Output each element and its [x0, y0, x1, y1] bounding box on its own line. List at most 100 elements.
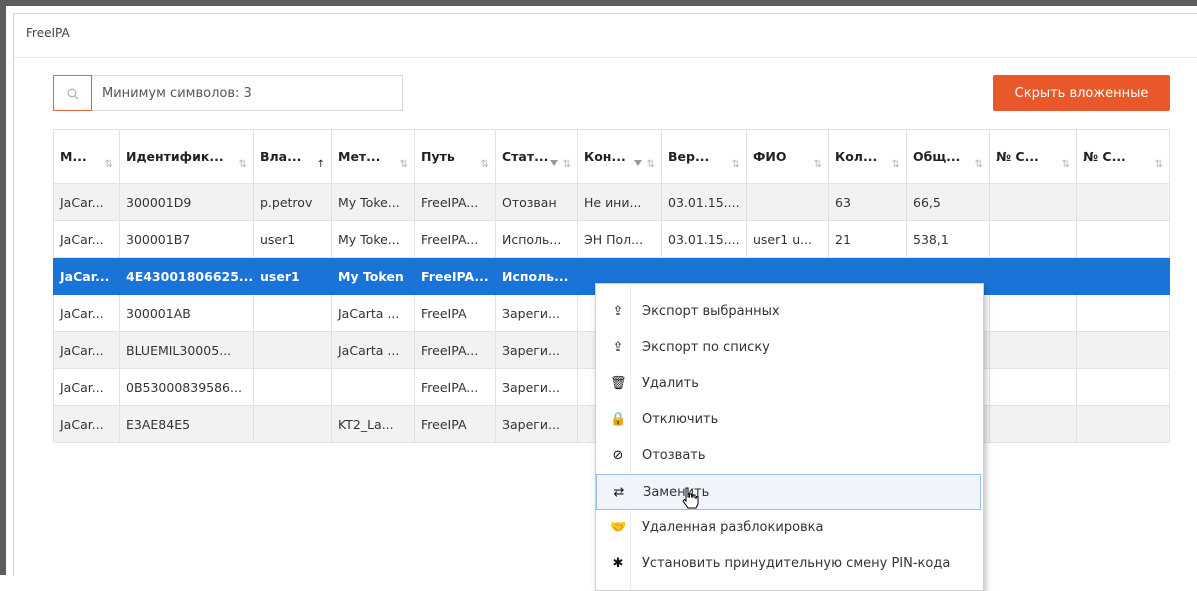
swap-icon: ⇄ — [613, 485, 625, 500]
upload-list-icon: ⇪ — [612, 340, 624, 355]
column-header[interactable]: Кол... ⇅ — [828, 129, 907, 184]
table-cell: 03.01.15.... — [661, 220, 747, 258]
app-window: FreeIPA Скрыть вложенные М...⇅Идентифик.… — [13, 13, 1197, 591]
context-menu-item[interactable]: ✱ Установить принудительную смену PIN-код… — [596, 546, 981, 582]
sort-icon[interactable]: ⇅ — [975, 159, 983, 170]
handshake-icon: 🤝 — [610, 520, 627, 535]
column-header[interactable]: Идентифик... ⇅ — [119, 129, 254, 184]
column-header[interactable]: Общ... ⇅ — [906, 129, 990, 184]
table-cell: 300001B7 — [119, 220, 254, 258]
context-menu-item[interactable]: 🗑 Удалить — [596, 366, 981, 402]
table-cell — [1076, 331, 1170, 369]
table-cell: Не ини... — [577, 183, 662, 221]
column-header-label: ФИО — [753, 149, 787, 164]
context-menu-item[interactable]: 🤝 Удаленная разблокировка — [596, 510, 981, 546]
table-cell: My Token — [331, 257, 415, 295]
context-menu-item-label: Отозвать — [642, 448, 706, 463]
table-cell: FreeIPA... — [414, 183, 496, 221]
context-menu: ⇪ Экспорт выбранных ⇪ Экспорт по списку 🗑 Уда… — [595, 283, 984, 591]
table-cell: Исполь... — [495, 220, 578, 258]
column-header-label: Вер... — [668, 149, 710, 164]
column-header[interactable]: Вла... ↑ — [253, 129, 332, 184]
sort-icon[interactable]: ⇅ — [481, 159, 489, 170]
table-cell — [1076, 294, 1170, 332]
context-menu-item-label: Удаленная разблокировка — [642, 520, 824, 535]
table-cell: 21 — [828, 220, 907, 258]
column-header-label: Путь — [421, 149, 455, 164]
table-cell — [746, 183, 829, 221]
table-cell — [1076, 368, 1170, 406]
table-cell: 66,5 — [906, 183, 990, 221]
window-frame-left — [0, 0, 6, 575]
column-header[interactable]: № С... ⇅ — [989, 129, 1077, 184]
search-icon[interactable] — [53, 75, 92, 111]
filter-icon[interactable] — [634, 160, 642, 166]
context-menu-item[interactable]: ⇪ Экспорт выбранных — [596, 294, 981, 330]
column-header[interactable]: ФИО ⇅ — [746, 129, 829, 184]
table-cell: JaCarta ... — [331, 294, 415, 332]
hand-cursor-icon — [682, 487, 699, 509]
table-cell: Зареги... — [495, 405, 578, 443]
context-menu-item[interactable]: 🔒 Отключить — [596, 402, 981, 438]
table-cell — [331, 368, 415, 406]
sort-icon[interactable]: ⇅ — [400, 159, 408, 170]
table-cell: Зареги... — [495, 294, 578, 332]
sort-icon[interactable]: ⇅ — [814, 159, 822, 170]
context-menu-item-label: Экспорт по списку — [642, 340, 770, 355]
sort-icon[interactable]: ⇅ — [239, 159, 247, 170]
table-cell: 4E43001806625... — [119, 257, 254, 295]
column-header-label: Стат... — [502, 149, 549, 164]
table-cell — [989, 257, 1077, 295]
table-cell: E3AE84E5 — [119, 405, 254, 443]
upload-icon: ⇪ — [612, 304, 624, 319]
table-cell: JaCar... — [53, 368, 120, 406]
sort-icon[interactable]: ⇅ — [647, 159, 655, 170]
table-cell: 538,1 — [906, 220, 990, 258]
app-title: FreeIPA — [26, 26, 70, 40]
table-cell — [1076, 257, 1170, 295]
table-row[interactable]: JaCar... 300001D9 p.petrov My Toke... FreeIP… — [53, 183, 1170, 221]
sort-icon[interactable]: ⇅ — [105, 159, 113, 170]
column-header[interactable]: Вер... ⇅ — [661, 129, 747, 184]
column-header[interactable]: М... ⇅ — [53, 129, 120, 184]
table-cell: 0B53000839586... — [119, 368, 254, 406]
table-row[interactable]: JaCar... 300001B7 user1 My Toke... FreeIPA..… — [53, 220, 1170, 258]
context-menu-item[interactable]: ⊘ Отозвать — [596, 438, 981, 474]
hide-nested-button[interactable]: Скрыть вложенные — [993, 75, 1170, 111]
table-cell: My Toke... — [331, 183, 415, 221]
column-header[interactable]: Стат... ⇅ — [495, 129, 578, 184]
column-header-label: Вла... — [260, 149, 302, 164]
column-header[interactable]: Путь ⇅ — [414, 129, 496, 184]
sort-icon[interactable]: ⇅ — [732, 159, 740, 170]
sort-icon[interactable]: ⇅ — [1062, 159, 1070, 170]
context-menu-item-label: Экспорт выбранных — [642, 304, 780, 319]
context-menu-item[interactable]: ⇄ Заменить — [596, 474, 981, 510]
sort-asc-icon[interactable]: ↑ — [317, 159, 325, 170]
sort-icon[interactable]: ⇅ — [892, 159, 900, 170]
search-box — [53, 75, 403, 111]
column-header[interactable]: № С... ⇅ — [1076, 129, 1170, 184]
table-cell — [253, 368, 332, 406]
table-cell: user1 — [253, 220, 332, 258]
table-cell — [1076, 183, 1170, 221]
table-cell: KT2_La... — [331, 405, 415, 443]
table-cell — [989, 294, 1077, 332]
sort-icon[interactable]: ⇅ — [563, 159, 571, 170]
table-cell — [253, 405, 332, 443]
sort-icon[interactable]: ⇅ — [1155, 159, 1163, 170]
column-header[interactable]: Мет... ⇅ — [331, 129, 415, 184]
filter-icon[interactable] — [550, 160, 558, 166]
search-input[interactable] — [102, 76, 392, 110]
table-cell: JaCar... — [53, 257, 120, 295]
table-cell: JaCar... — [53, 331, 120, 369]
table-cell: FreeIPA... — [414, 220, 496, 258]
context-menu-item-label: Удалить — [642, 376, 699, 391]
table-cell — [253, 331, 332, 369]
table-cell: My Toke... — [331, 220, 415, 258]
table-cell — [989, 220, 1077, 258]
context-menu-item[interactable]: ⇪ Экспорт по списку — [596, 330, 981, 366]
column-header[interactable]: Кон... ⇅ — [577, 129, 662, 184]
table-cell: JaCar... — [53, 183, 120, 221]
table-cell: FreeIPA... — [414, 257, 496, 295]
table-cell: 300001D9 — [119, 183, 254, 221]
